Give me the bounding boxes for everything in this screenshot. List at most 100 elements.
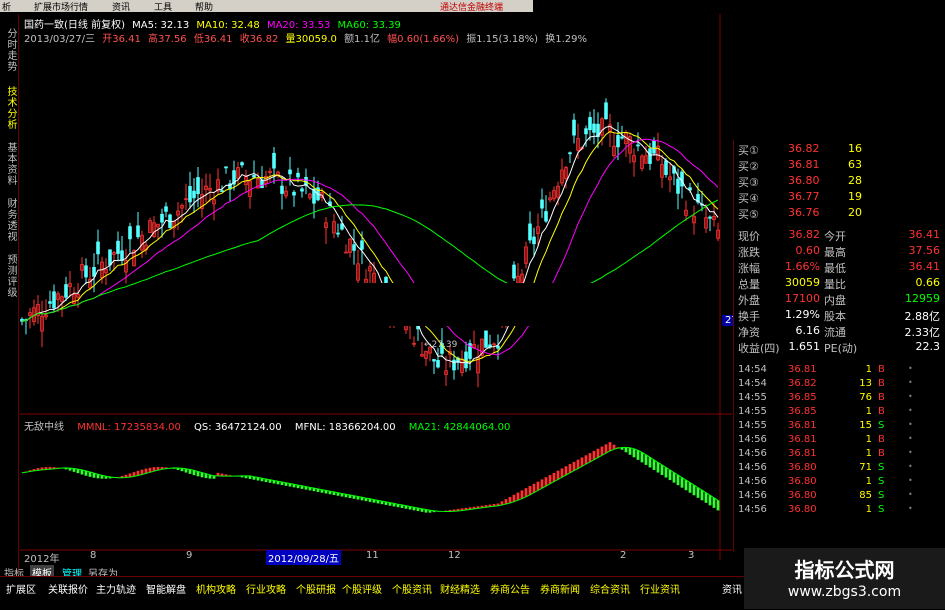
candle-body [592, 123, 596, 133]
candle-body [120, 250, 124, 261]
quote-value: 17100 [785, 292, 820, 305]
candle-body [224, 166, 228, 169]
quote-row: 净资 6.16 流通 2.33亿 [738, 324, 943, 340]
tick-time: 14:55 [738, 392, 767, 403]
candle-body [588, 117, 592, 131]
menu-item-extended-market[interactable]: 扩展市场行情 [34, 0, 88, 13]
date-tick-label: 2 [620, 550, 627, 561]
tick-row: 14:54 36.82 13 B • [738, 378, 913, 392]
candle-body [616, 135, 620, 148]
candle-body [584, 128, 588, 135]
bottom-tab[interactable]: 行业资讯 [640, 581, 680, 596]
tab-fundamentals[interactable]: 基本资料 [0, 136, 18, 192]
candle-body [648, 148, 652, 164]
tick-time: 14:56 [738, 462, 767, 473]
tick-dot: • [908, 364, 913, 373]
tick-price: 36.81 [788, 448, 817, 459]
bottom-tab[interactable]: 综合资讯 [590, 581, 630, 596]
tick-price: 36.85 [788, 406, 817, 417]
bottom-tab[interactable]: 资讯 [722, 581, 742, 596]
bottom-tab[interactable]: 个股研报 [296, 581, 336, 596]
bid-label: 买③ [738, 176, 759, 189]
tab-financials[interactable]: 财务透视 [0, 192, 18, 248]
bottom-tab[interactable]: 行业攻略 [246, 581, 286, 596]
tick-dot: • [908, 378, 913, 387]
tick-volume: 1 [865, 434, 872, 445]
quote-value: 1.651 [788, 340, 821, 353]
candle-body [196, 177, 200, 195]
candle-body [48, 301, 52, 304]
candle-body [116, 240, 120, 254]
bottom-tab[interactable]: 券商新闻 [540, 581, 580, 596]
menu-item-tools[interactable]: 工具 [154, 0, 172, 13]
quote-label: 今开 [824, 230, 846, 243]
obscured-box [286, 283, 658, 326]
tick-price: 36.80 [788, 490, 817, 501]
bid-label: 买① [738, 144, 759, 157]
tick-time: 14:55 [738, 406, 767, 417]
bottom-tab[interactable]: 扩展区 [6, 581, 36, 596]
candle-body [532, 236, 536, 245]
date-tick-label: 11 [366, 550, 379, 561]
quote-value: 1.66% [785, 260, 820, 273]
candle-body [620, 136, 624, 139]
candle-body [344, 251, 348, 254]
candle-body [636, 144, 640, 147]
bid-price: 36.77 [788, 190, 820, 203]
ma5-line [21, 125, 719, 365]
date-tick-label: 12 [448, 550, 461, 561]
bottom-tab[interactable]: 主力轨迹 [96, 581, 136, 596]
tab-ratings[interactable]: 预测评级 [0, 248, 18, 304]
watermark-url: www.zbgs3.com [787, 584, 902, 600]
quote-value: 2.33亿 [904, 326, 941, 339]
bottom-tab[interactable]: 财经精选 [440, 581, 480, 596]
bid-price: 36.80 [788, 174, 820, 187]
tick-volume: 15 [859, 420, 872, 431]
tick-price: 36.85 [788, 392, 817, 403]
candle-body [192, 190, 196, 199]
menu-item-help[interactable]: 帮助 [195, 0, 213, 13]
quote-row: 收益(四) 1.651 PE(动) 22.3 [738, 340, 943, 356]
candle-body [240, 162, 244, 166]
bottom-tab[interactable]: 券商公告 [490, 581, 530, 596]
indicator-qs: QS: 36472124.00 [194, 422, 282, 433]
candle-body [528, 223, 532, 241]
tick-row: 14:56 36.80 1 S • [738, 504, 913, 518]
bottom-tab[interactable]: 机构攻略 [196, 581, 236, 596]
menu-item-info[interactable]: 资讯 [112, 0, 130, 13]
date-tick-label: 3 [688, 550, 695, 561]
tab-intraday[interactable]: 分时走势 [0, 20, 18, 80]
tick-row: 14:56 36.80 71 S • [738, 462, 913, 476]
quote-row: 涨幅 1.66% 最低 36.41 [738, 260, 943, 276]
tick-time: 14:56 [738, 448, 767, 459]
tick-side: S [878, 504, 885, 515]
bid-label: 买⑤ [738, 208, 759, 221]
bottom-tab[interactable]: 个股评级 [342, 581, 382, 596]
candle-body [496, 345, 500, 349]
candle-body [540, 199, 544, 209]
tick-time: 14:56 [738, 490, 767, 501]
bottom-tab[interactable]: 关联报价 [48, 581, 88, 596]
tick-volume: 1 [865, 364, 872, 375]
tick-side: S [878, 420, 885, 431]
tick-price: 36.80 [788, 476, 817, 487]
tick-price: 36.81 [788, 420, 817, 431]
menu-item-analysis[interactable]: 析 [2, 0, 11, 13]
candle-body [128, 226, 132, 240]
bottom-tab[interactable]: 智能解盘 [146, 581, 186, 596]
candle-body [136, 225, 140, 238]
watermark-title: 指标公式网 [794, 558, 895, 582]
candle-body [292, 191, 296, 196]
quote-value: 6.16 [795, 324, 821, 337]
candle-body [572, 119, 576, 136]
tick-dot: • [908, 490, 913, 499]
bottom-tab[interactable]: 个股资讯 [392, 581, 432, 596]
candle-body [436, 360, 440, 368]
tab-technical[interactable]: 技术分析 [0, 80, 18, 136]
candle-body [52, 291, 56, 309]
quote-label: 涨跌 [738, 246, 760, 259]
chart-area[interactable]: 国药一致(日线 前复权) MA5: 32.13 MA10: 32.48 MA20… [20, 14, 766, 565]
tick-time: 14:56 [738, 504, 767, 515]
tick-volume: 1 [865, 476, 872, 487]
candle-body [484, 330, 488, 348]
